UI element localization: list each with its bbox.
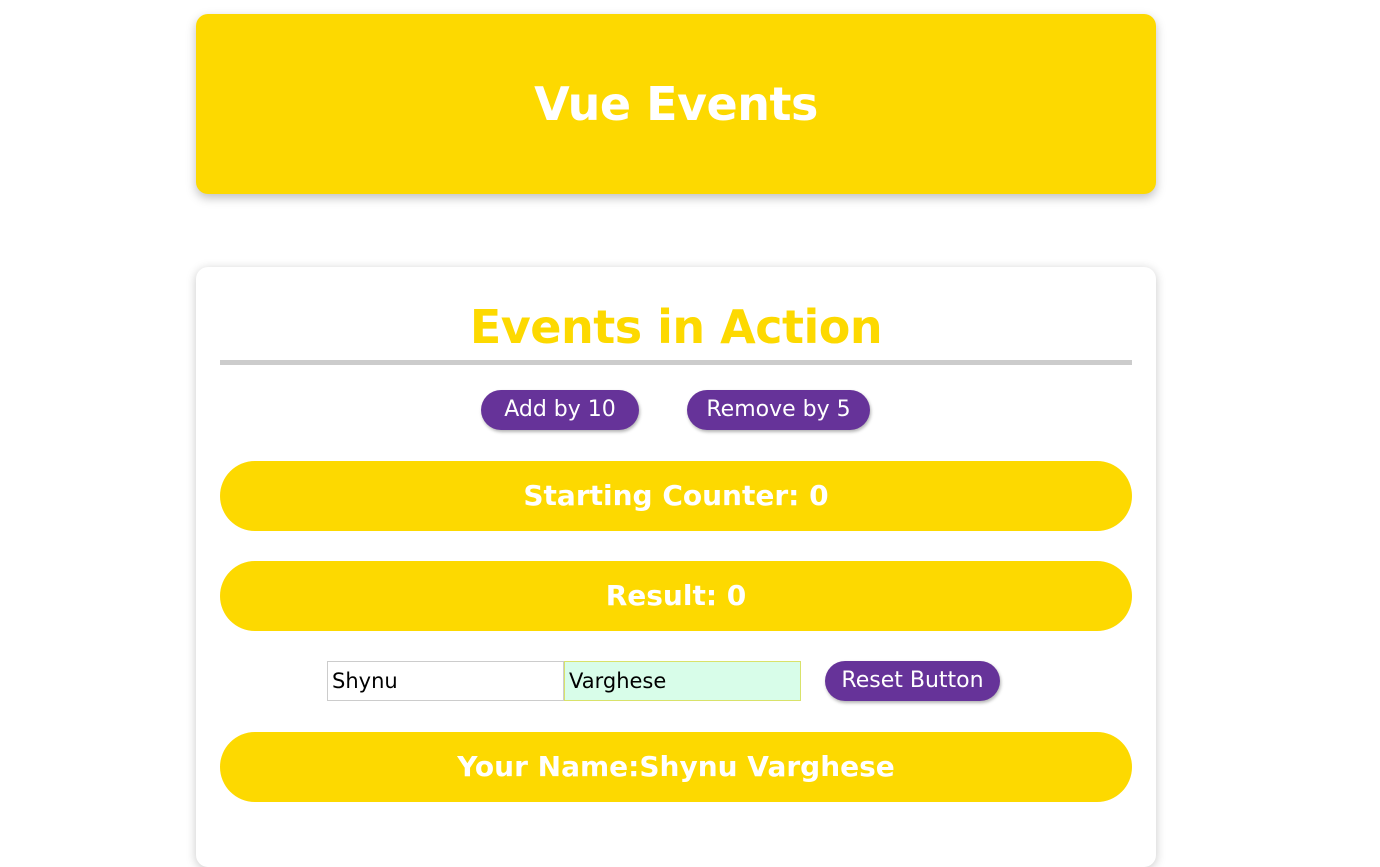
card-title: Events in Action [469, 300, 883, 354]
page-header: Vue Events [196, 14, 1156, 194]
first-name-input[interactable] [327, 661, 564, 701]
add-by-10-button[interactable]: Add by 10 [481, 390, 639, 430]
remove-by-5-button[interactable]: Remove by 5 [687, 390, 870, 430]
result-display: Result: 0 [220, 561, 1132, 631]
reset-button[interactable]: Reset Button [825, 661, 1000, 701]
page-title: Vue Events [534, 77, 818, 131]
title-divider [220, 360, 1132, 365]
events-card: Events in Action Add by 10 Remove by 5 S… [196, 267, 1156, 867]
last-name-input[interactable] [564, 661, 801, 701]
full-name-display: Your Name:Shynu Varghese [220, 732, 1132, 802]
starting-counter-display: Starting Counter: 0 [220, 461, 1132, 531]
